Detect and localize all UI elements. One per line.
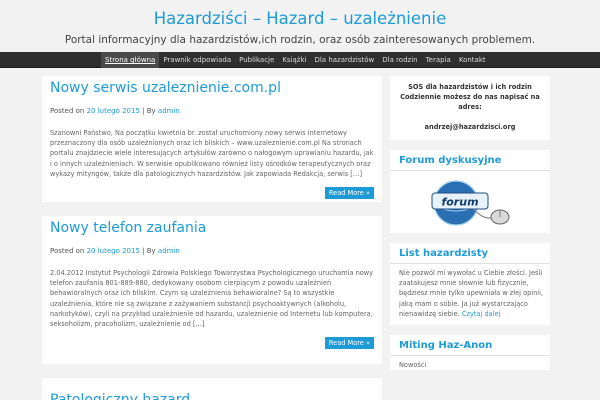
nav-item-for-gamblers[interactable]: Dla hazardzistów — [310, 52, 378, 68]
by-label: | By — [142, 247, 156, 255]
post-card: Nowy telefon zaufania Posted on 20 luteg… — [42, 216, 382, 364]
site-description: Portal informacyjny dla hazardzistów,ich… — [64, 34, 536, 46]
forum-banner[interactable]: forum — [390, 171, 550, 233]
letter-excerpt: Nie pozwól mi wywołać u Ciebie złości. J… — [390, 264, 550, 325]
sos-widget: SOS dla hazardzistów i ich rodzin Codzie… — [390, 76, 550, 140]
read-more-row: Read More » — [50, 187, 374, 205]
post-meta: Posted on 20 lutego 2015 | By admin — [50, 106, 374, 116]
site-header: Hazardziści – Hazard – uzależnienie Port… — [0, 0, 600, 52]
post-card: Nowy serwis uzaleznienie.com.pl Posted o… — [42, 76, 382, 202]
post-date-link[interactable]: 20 lutego 2015 — [87, 107, 140, 115]
post-excerpt: 2.04.2012 Instytut Psychologii Zdrowia P… — [50, 269, 374, 329]
forum-globe-mouse-icon: forum — [431, 180, 510, 226]
post-card: Patologiczny hazard — [42, 378, 382, 400]
read-more-row: Read More » — [50, 337, 374, 355]
miting-widget-title: Miting Haz-Anon — [390, 335, 550, 357]
read-more-button[interactable]: Read More » — [324, 187, 374, 200]
nav-item-publications[interactable]: Publikacje — [235, 52, 278, 68]
post-title[interactable]: Nowy telefon zaufania — [50, 216, 374, 238]
post-title[interactable]: Nowy serwis uzaleznienie.com.pl — [50, 76, 374, 98]
nav-item-contact[interactable]: Kontakt — [455, 52, 490, 68]
post-excerpt: Szanowni Państwo, Na początku kwietnia b… — [50, 129, 374, 178]
sidebar: SOS dla hazardzistów i ich rodzin Codzie… — [390, 76, 550, 380]
miting-text: Nowości — [399, 361, 427, 370]
miting-widget: Miting Haz-Anon Nowości — [390, 335, 550, 371]
post-title[interactable]: Patologiczny hazard — [50, 378, 374, 400]
read-more-button[interactable]: Read More » — [324, 337, 374, 350]
read-more-link[interactable]: Czytaj dalej — [462, 310, 500, 318]
post-meta: Posted on 20 lutego 2015 | By admin — [50, 246, 374, 256]
nav-item-for-families[interactable]: Dla rodzin — [378, 52, 421, 68]
post-author-link[interactable]: admin — [158, 107, 180, 115]
nav-item-lawyer[interactable]: Prawnik odpowiada — [159, 52, 235, 68]
letter-widget: List hazardzisty Nie pozwól mi wywołać u… — [390, 243, 550, 326]
sos-text: SOS dla hazardzistów i ich rodzin Codzie… — [400, 83, 540, 111]
posted-on-label: Posted on — [50, 107, 85, 115]
main-content: Nowy serwis uzaleznienie.com.pl Posted o… — [42, 76, 382, 400]
nav-item-books[interactable]: Książki — [278, 52, 310, 68]
site-title[interactable]: Hazardziści – Hazard – uzależnienie — [0, 0, 600, 29]
posted-on-label: Posted on — [50, 247, 85, 255]
nav-item-therapy[interactable]: Terapia — [422, 52, 455, 68]
forum-widget: Forum dyskusyjne forum — [390, 150, 550, 233]
nav-item-home[interactable]: Strona główna — [101, 52, 160, 68]
post-author-link[interactable]: admin — [158, 247, 180, 255]
forum-widget-title: Forum dyskusyjne — [390, 150, 550, 171]
post-date-link[interactable]: 20 lutego 2015 — [87, 247, 140, 255]
letter-widget-title: List hazardzisty — [390, 243, 550, 264]
by-label: | By — [142, 107, 156, 115]
sos-email: andrzej@hazardzisci.org — [424, 123, 516, 131]
forum-logo-text: forum — [441, 196, 478, 209]
main-nav: Strona główna Prawnik odpowiada Publikac… — [0, 52, 600, 68]
nav-list: Strona główna Prawnik odpowiada Publikac… — [0, 52, 600, 68]
